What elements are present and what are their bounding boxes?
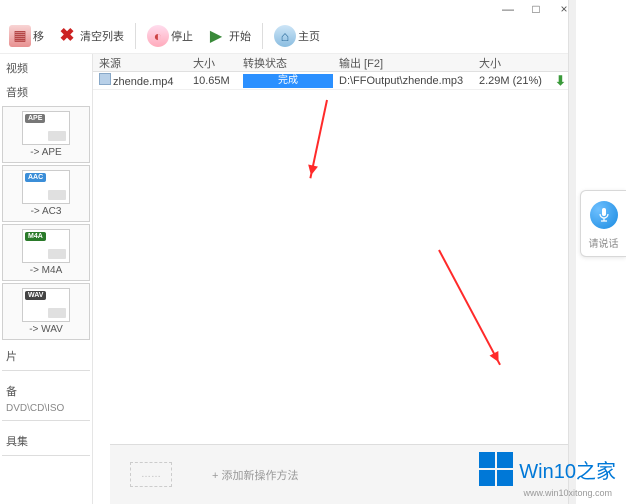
format-label: -> APE	[30, 147, 61, 158]
start-button[interactable]: ▶ 开始	[202, 23, 254, 49]
output-size: 2.29M (21%)	[479, 75, 555, 87]
format-ape[interactable]: APE -> APE	[2, 106, 90, 163]
file-size: 10.65M	[193, 75, 243, 87]
col-output[interactable]: 输出 [F2]	[339, 55, 479, 71]
divider	[2, 420, 90, 421]
clear-list-button[interactable]: ✖ 清空列表	[53, 23, 127, 49]
sidebar-tools-label: 具集	[2, 425, 90, 451]
sidebar-device-label: 备	[2, 375, 90, 401]
home-label: 主页	[298, 28, 320, 44]
clear-label: 清空列表	[80, 28, 124, 44]
mic-icon	[590, 201, 618, 229]
minimize-button[interactable]: —	[501, 2, 515, 16]
stop-label: 停止	[171, 28, 193, 44]
format-label: -> AC3	[31, 206, 62, 217]
wav-badge: WAV	[25, 291, 46, 300]
format-wav[interactable]: WAV -> WAV	[2, 283, 90, 340]
col-source[interactable]: 来源	[93, 55, 193, 71]
separator	[135, 23, 136, 49]
separator	[262, 23, 263, 49]
col-outsize[interactable]: 大小	[479, 55, 555, 71]
ape-badge: APE	[25, 114, 45, 123]
divider	[2, 370, 90, 371]
aac-badge: AAC	[25, 173, 46, 182]
format-ac3[interactable]: AAC -> AC3	[2, 165, 90, 222]
output-path: D:\FFOutput\zhende.mp3	[339, 75, 479, 87]
m4a-badge: M4A	[25, 232, 46, 241]
play-icon: ▶	[205, 25, 227, 47]
file-icon	[99, 73, 111, 85]
mic-label: 请说话	[589, 235, 619, 250]
clear-icon: ✖	[56, 25, 78, 47]
sidebar-dvd-label[interactable]: DVD\CD\ISO	[2, 401, 90, 416]
status-badge: 完成	[243, 74, 333, 88]
format-label: -> M4A	[30, 265, 63, 276]
filename: zhende.mp4	[113, 76, 174, 88]
voice-float[interactable]: 请说话	[580, 190, 626, 257]
format-m4a[interactable]: M4A -> M4A	[2, 224, 90, 281]
stop-icon: ◐	[147, 25, 169, 47]
remove-button[interactable]: ▦ 移	[6, 23, 47, 49]
content-area: 来源 大小 转换状态 输出 [F2] 大小 zhende.mp4 10.65M …	[93, 54, 575, 504]
divider	[2, 455, 90, 456]
col-status[interactable]: 转换状态	[243, 55, 339, 71]
scrollbar[interactable]	[568, 0, 576, 504]
home-button[interactable]: ⌂ 主页	[271, 23, 323, 49]
remove-label: 移	[33, 28, 44, 44]
remove-icon: ▦	[9, 25, 31, 47]
table-header: 来源 大小 转换状态 输出 [F2] 大小	[93, 54, 575, 72]
sidebar-pic-label: 片	[2, 340, 90, 366]
bottom-panel: …… + 添加新操作方法	[110, 444, 575, 504]
bottom-box[interactable]: ……	[130, 462, 172, 487]
table-row[interactable]: zhende.mp4 10.65M 完成 D:\FFOutput\zhende.…	[93, 72, 575, 90]
format-label: -> WAV	[29, 324, 63, 335]
sidebar-video-label: 视频	[2, 58, 90, 82]
maximize-button[interactable]: □	[529, 2, 543, 16]
col-size[interactable]: 大小	[193, 55, 243, 71]
home-icon: ⌂	[274, 25, 296, 47]
add-operation[interactable]: + 添加新操作方法	[212, 467, 298, 483]
sidebar: 视频 音频 APE -> APE AAC -> AC3 M4A -> M4A W…	[0, 54, 93, 504]
sidebar-audio-label: 音频	[2, 82, 90, 106]
start-label: 开始	[229, 28, 251, 44]
stop-button[interactable]: ◐ 停止	[144, 23, 196, 49]
download-icon[interactable]: ⬇	[555, 73, 566, 88]
